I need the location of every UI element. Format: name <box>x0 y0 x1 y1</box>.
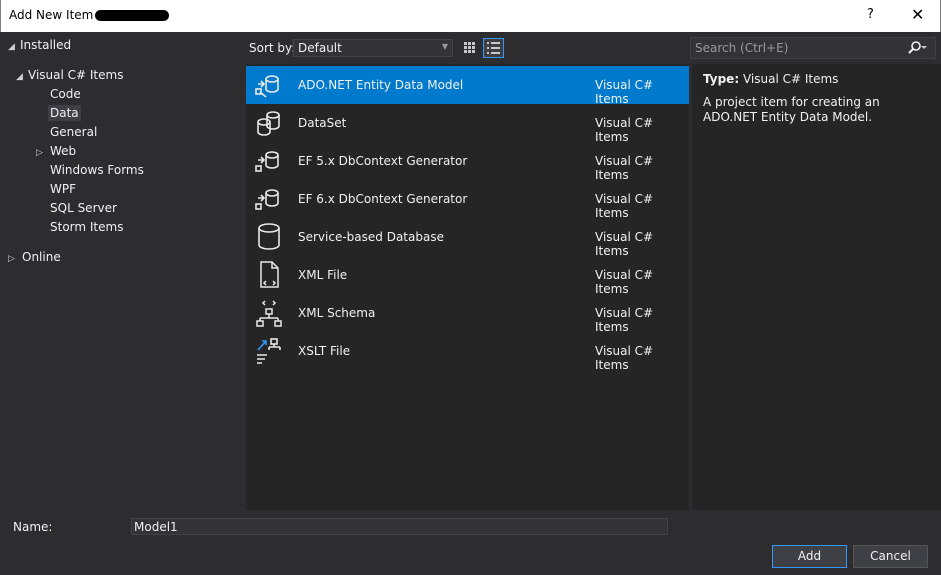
item-category: Visual C# Items <box>595 344 654 372</box>
tree-item-web[interactable]: ▷ Web <box>36 142 76 161</box>
list-item-xslt-file[interactable]: XSLT File Visual C# Items <box>246 332 689 372</box>
title-bar: Add New Item - ? ✕ <box>0 0 941 32</box>
type-label: Type: <box>703 72 740 86</box>
name-input[interactable] <box>131 518 668 535</box>
item-category: Visual C# Items <box>595 78 654 106</box>
grid-view-button[interactable] <box>459 38 480 58</box>
sort-value: Default <box>298 41 342 55</box>
xml-file-icon <box>254 260 284 290</box>
item-category: Visual C# Items <box>595 306 654 334</box>
tree-item-sql-server[interactable]: SQL Server <box>50 199 117 218</box>
type-value: Visual C# Items <box>742 72 839 86</box>
database-icon <box>254 222 284 252</box>
item-description: A project item for creating an ADO.NET E… <box>703 95 880 124</box>
xml-schema-icon <box>254 298 284 328</box>
add-button[interactable]: Add <box>772 545 847 568</box>
template-list: ADO.NET Entity Data Model Visual C# Item… <box>246 64 689 510</box>
tree-item-code[interactable]: Code <box>50 85 81 104</box>
tree-item-wpf[interactable]: WPF <box>50 180 76 199</box>
entity-model-icon <box>254 70 284 100</box>
window-title: Add New Item - <box>9 8 102 22</box>
tree-item-online[interactable]: ▷ Online <box>8 248 61 267</box>
item-category: Visual C# Items <box>595 192 654 220</box>
item-category: Visual C# Items <box>595 268 654 296</box>
list-item-ado-entity[interactable]: ADO.NET Entity Data Model Visual C# Item… <box>246 66 689 106</box>
search-box[interactable] <box>690 37 936 59</box>
item-name: ADO.NET Entity Data Model <box>298 78 464 92</box>
item-name: Service-based Database <box>298 230 444 244</box>
item-name: XSLT File <box>298 344 351 358</box>
close-button[interactable]: ✕ <box>911 5 924 24</box>
item-category: Visual C# Items <box>595 116 654 144</box>
ef-generator-icon <box>254 184 284 214</box>
cancel-button[interactable]: Cancel <box>853 545 928 568</box>
item-type: Type: Visual C# Items <box>703 72 838 86</box>
item-name: DataSet <box>298 116 347 130</box>
tree-item-storm-items[interactable]: Storm Items <box>50 218 123 237</box>
redacted-project-name <box>95 10 169 21</box>
search-input[interactable] <box>691 38 901 58</box>
tree-item-data[interactable]: Data <box>48 104 81 123</box>
list-view-icon <box>487 42 500 54</box>
collapsed-arrow-icon[interactable]: ▷ <box>8 250 20 269</box>
help-button[interactable]: ? <box>867 7 874 22</box>
dataset-icon <box>254 108 284 138</box>
list-item-xml-schema[interactable]: XML Schema Visual C# Items <box>246 294 689 334</box>
item-name: EF 5.x DbContext Generator <box>298 154 468 168</box>
expanded-arrow-icon[interactable]: ◢ <box>16 68 28 87</box>
list-item-ef6[interactable]: EF 6.x DbContext Generator Visual C# Ite… <box>246 180 689 220</box>
tree-item-installed[interactable]: ◢ Installed <box>8 36 71 55</box>
grid-view-icon <box>464 42 475 53</box>
tree-item-general[interactable]: General <box>50 123 97 142</box>
list-item-xml-file[interactable]: XML File Visual C# Items <box>246 256 689 296</box>
search-icon[interactable] <box>907 40 929 59</box>
collapsed-arrow-icon[interactable]: ▷ <box>36 144 48 163</box>
name-label: Name: <box>13 520 53 534</box>
sort-dropdown[interactable]: Default ▼ <box>293 39 453 57</box>
list-view-button[interactable] <box>483 38 504 58</box>
chevron-down-icon: ▼ <box>441 42 448 51</box>
tree-item-visual-csharp[interactable]: ◢ Visual C# Items <box>16 66 123 85</box>
item-name: EF 6.x DbContext Generator <box>298 192 468 206</box>
category-tree: ◢ Installed ◢ Visual C# Items Code Data Ge… <box>0 32 245 510</box>
item-category: Visual C# Items <box>595 230 654 258</box>
sort-label: Sort by: <box>249 41 296 55</box>
item-name: XML File <box>298 268 348 282</box>
tree-item-windows-forms[interactable]: Windows Forms <box>50 161 144 180</box>
expanded-arrow-icon[interactable]: ◢ <box>8 38 20 57</box>
xslt-file-icon <box>254 336 284 366</box>
list-item-service-db[interactable]: Service-based Database Visual C# Items <box>246 218 689 258</box>
list-item-dataset[interactable]: DataSet Visual C# Items <box>246 104 689 144</box>
item-name: XML Schema <box>298 306 376 320</box>
item-category: Visual C# Items <box>595 154 654 182</box>
list-item-ef5[interactable]: EF 5.x DbContext Generator Visual C# Ite… <box>246 142 689 182</box>
details-pane: Type: Visual C# Items A project item for… <box>692 64 941 510</box>
ef-generator-icon <box>254 146 284 176</box>
